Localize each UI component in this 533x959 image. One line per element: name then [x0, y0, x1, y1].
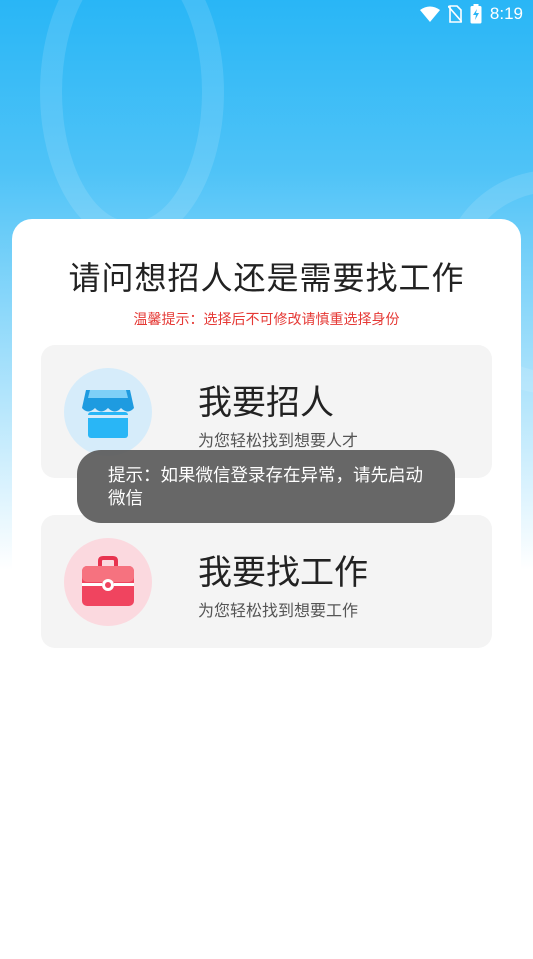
find-job-option-subtitle: 为您轻松找到想要工作 — [198, 601, 359, 620]
warning-text: 温馨提示：选择后不可修改请慎重选择身份 — [133, 312, 400, 328]
wifi-icon — [419, 6, 440, 22]
find-job-option-title: 我要找工作 — [198, 553, 368, 593]
toast-message: 提示：如果微信登录存在异常，请先启动微信 — [77, 450, 455, 523]
find-job-option[interactable]: 我要找工作 为您轻松找到想要工作 — [41, 515, 492, 648]
battery-charging-icon — [470, 4, 482, 24]
decorative-ring — [40, 0, 224, 244]
status-time: 8:19 — [489, 4, 523, 23]
status-bar: 8:19 — [0, 0, 533, 30]
no-sim-icon — [447, 5, 462, 23]
storefront-icon — [64, 368, 152, 456]
briefcase-icon — [64, 538, 152, 626]
page-title: 请问想招人还是需要找工作 — [68, 259, 465, 297]
recruit-option-title: 我要招人 — [198, 383, 334, 423]
recruit-option-subtitle: 为您轻松找到想要人才 — [198, 431, 359, 450]
role-selection-card: 请问想招人还是需要找工作 温馨提示：选择后不可修改请慎重选择身份 我要招人 为您… — [12, 219, 521, 959]
